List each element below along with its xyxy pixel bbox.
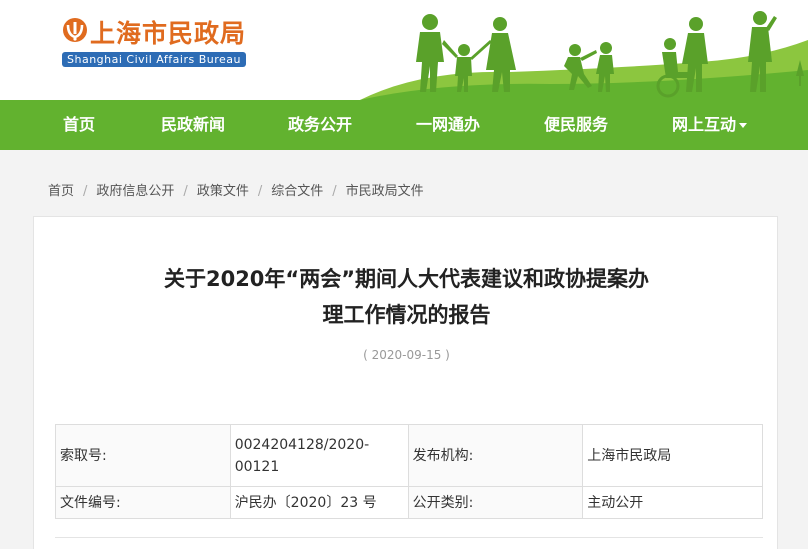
- chevron-down-icon: [739, 123, 748, 128]
- article-title-line: 理工作情况的报告: [322, 303, 491, 327]
- site-subtitle: Shanghai Civil Affairs Bureau: [62, 52, 246, 67]
- civil-affairs-logo-icon: [63, 18, 87, 42]
- index-number-value: 0024204128/2020- 00121: [229, 424, 409, 487]
- publisher-value: 上海市民政局: [582, 424, 763, 487]
- breadcrumb: 首页 / 政府信息公开 / 政策文件 / 综合文件 / 市民政局文件: [48, 180, 424, 200]
- nav-item-label: 便民服务: [544, 115, 609, 134]
- nav-item-label: 政务公开: [288, 115, 353, 134]
- nav-item-interaction[interactable]: 网上互动: [672, 100, 748, 150]
- index-number-label: 索取号:: [55, 424, 231, 487]
- nav-item-news[interactable]: 民政新闻: [161, 100, 225, 150]
- doc-number-label: 文件编号:: [55, 486, 231, 519]
- doc-number-value: 沪民办〔2020〕23 号: [229, 486, 409, 519]
- article-card: 关于2020年“两会”期间人大代表建议和政协提案办 理工作情况的报告 ( 202…: [33, 216, 778, 549]
- breadcrumb-home[interactable]: 首页: [48, 180, 74, 199]
- breadcrumb-gov-info[interactable]: 政府信息公开: [96, 180, 174, 199]
- nav-item-home[interactable]: 首页: [63, 100, 95, 150]
- main-nav: 首页 民政新闻 政务公开 一网通办 便民服务 网上互动: [0, 100, 808, 150]
- breadcrumb-separator: /: [257, 184, 263, 199]
- breadcrumb-bureau-docs[interactable]: 市民政局文件: [346, 180, 424, 199]
- breadcrumb-general-docs[interactable]: 综合文件: [271, 180, 323, 199]
- breadcrumb-separator: /: [83, 184, 88, 199]
- nav-item-label: 网上互动: [672, 115, 737, 134]
- breadcrumb-separator: /: [183, 184, 188, 199]
- category-label: 公开类别:: [407, 486, 584, 519]
- nav-item-gov-info[interactable]: 政务公开: [288, 100, 352, 150]
- site-title: 上海市民政局: [90, 19, 247, 48]
- nav-item-label: 首页: [63, 115, 96, 134]
- nav-item-services[interactable]: 便民服务: [544, 100, 608, 150]
- index-number-value-line: 0024204128/2020-: [234, 436, 370, 453]
- site-logo[interactable]: 上海市民政局 Shanghai Civil Affairs Bureau: [62, 14, 272, 74]
- breadcrumb-separator: /: [332, 184, 337, 199]
- article-title: 关于2020年“两会”期间人大代表建议和政协提案办 理工作情况的报告: [34, 261, 779, 333]
- table-row: 文件编号: 沪民办〔2020〕23 号 公开类别: 主动公开: [55, 486, 763, 519]
- banner-silhouette-illustration: [360, 11, 808, 100]
- index-number-value-line: 00121: [234, 458, 280, 475]
- nav-item-label: 一网通办: [416, 115, 481, 134]
- site-header: 上海市民政局 Shanghai Civil Affairs Bureau: [0, 0, 808, 100]
- divider: [55, 537, 763, 538]
- category-value: 主动公开: [582, 486, 763, 519]
- publisher-label: 发布机构:: [407, 424, 584, 487]
- table-row: 索取号: 0024204128/2020- 00121 发布机构: 上海市民政局: [55, 424, 763, 487]
- nav-item-label: 民政新闻: [161, 115, 226, 134]
- nav-item-one-net[interactable]: 一网通办: [416, 100, 480, 150]
- article-title-line: 关于2020年“两会”期间人大代表建议和政协提案办: [163, 267, 650, 291]
- breadcrumb-policy-docs[interactable]: 政策文件: [197, 180, 249, 199]
- article-date: ( 2020-09-15 ): [363, 348, 450, 362]
- document-meta-table: 索取号: 0024204128/2020- 00121 发布机构: 上海市民政局…: [55, 424, 763, 519]
